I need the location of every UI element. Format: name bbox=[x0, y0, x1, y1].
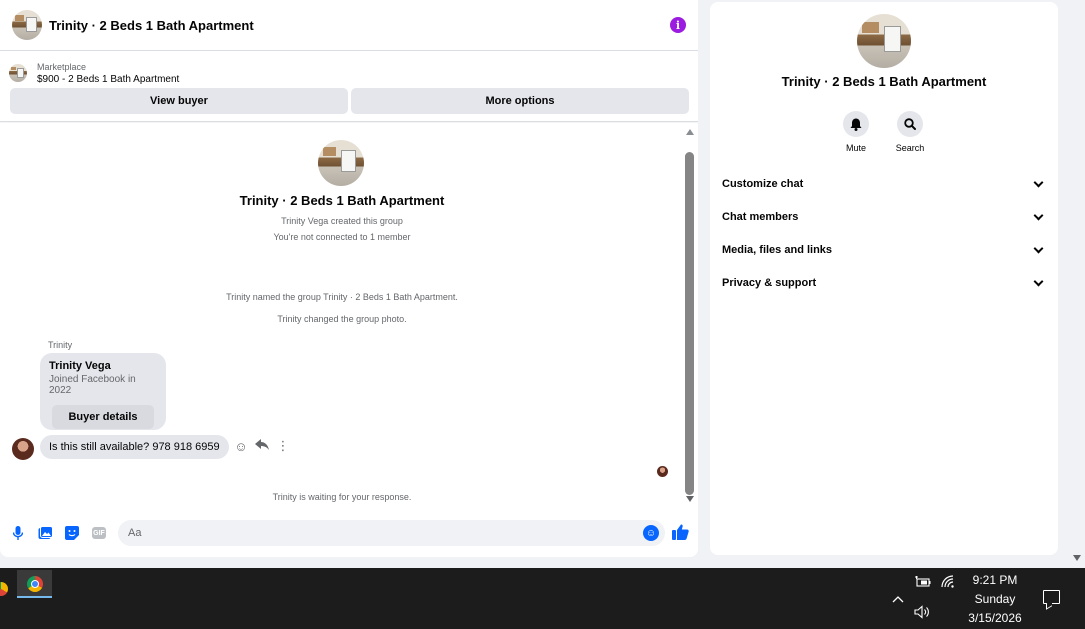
chat-members-section[interactable]: Chat members bbox=[722, 207, 1046, 227]
section-label: Chat members bbox=[722, 211, 799, 223]
message-list[interactable]: Trinity · 2 Beds 1 Bath Apartment Trinit… bbox=[0, 126, 684, 506]
chevron-down-icon bbox=[1033, 243, 1044, 253]
clock-day[interactable]: Sunday bbox=[950, 592, 1040, 606]
sender-name: Trinity bbox=[48, 340, 73, 350]
message-input[interactable] bbox=[118, 520, 665, 546]
taskbar-app-icon[interactable] bbox=[0, 574, 12, 604]
react-icon[interactable]: ☺ bbox=[234, 439, 248, 454]
chevron-down-icon bbox=[1033, 210, 1044, 220]
buyer-name: Trinity Vega bbox=[49, 360, 111, 372]
chat-pane: Trinity · 2 Beds 1 Bath Apartment i Mark… bbox=[0, 0, 698, 557]
section-label: Media, files and links bbox=[722, 244, 833, 256]
message-composer: GIF ☺ bbox=[0, 518, 698, 548]
group-avatar[interactable] bbox=[12, 10, 42, 40]
clock-time[interactable]: 9:21 PM bbox=[950, 573, 1040, 587]
battery-icon[interactable] bbox=[915, 576, 931, 591]
info-group-avatar[interactable] bbox=[857, 14, 911, 68]
scroll-down-arrow-icon[interactable] bbox=[686, 496, 694, 502]
listing-thumbnail bbox=[9, 64, 27, 82]
marketplace-listing[interactable]: Marketplace $900 - 2 Beds 1 Bath Apartme… bbox=[0, 51, 698, 88]
search-icon[interactable] bbox=[897, 111, 923, 137]
page-scroll-down-arrow-icon[interactable] bbox=[1073, 555, 1081, 561]
buyer-joined: Joined Facebook in 2022 bbox=[49, 374, 136, 396]
message-scrollbar[interactable] bbox=[684, 126, 696, 506]
chevron-down-icon bbox=[1033, 177, 1044, 187]
marketplace-label: Marketplace bbox=[37, 61, 87, 72]
chrome-icon bbox=[27, 576, 43, 592]
listing-actions: View buyer More options bbox=[0, 88, 698, 114]
created-notice: Trinity Vega created this group bbox=[281, 216, 403, 226]
header-divider bbox=[0, 121, 698, 122]
listing-title: $900 - 2 Beds 1 Bath Apartment bbox=[37, 73, 180, 85]
buyer-details-button[interactable]: Buyer details bbox=[52, 405, 154, 429]
customize-chat-section[interactable]: Customize chat bbox=[722, 174, 1046, 194]
sticker-icon[interactable] bbox=[61, 522, 83, 544]
scroll-thumb[interactable] bbox=[685, 152, 694, 495]
photo-changed-event: Trinity changed the group photo. bbox=[277, 314, 407, 324]
photo-icon[interactable] bbox=[34, 522, 56, 544]
windows-taskbar: 9:21 PM Sunday 3/15/2026 bbox=[0, 568, 1085, 629]
named-group-event: Trinity named the group Trinity · 2 Beds… bbox=[226, 292, 458, 302]
buyer-profile-card: Trinity Vega Joined Facebook in 2022 Buy… bbox=[40, 353, 166, 430]
chevron-down-icon bbox=[1033, 276, 1044, 286]
reply-icon[interactable] bbox=[255, 438, 269, 454]
media-files-links-section[interactable]: Media, files and links bbox=[722, 240, 1046, 260]
emoji-icon[interactable]: ☺ bbox=[643, 525, 659, 541]
gif-label: GIF bbox=[92, 527, 106, 539]
connection-notice: You're not connected to 1 member bbox=[273, 232, 411, 242]
seen-indicator-avatar bbox=[657, 466, 668, 477]
gif-icon[interactable]: GIF bbox=[88, 522, 110, 544]
section-label: Customize chat bbox=[722, 178, 804, 190]
more-icon[interactable]: ⋮ bbox=[276, 438, 290, 454]
sender-avatar[interactable] bbox=[12, 438, 34, 460]
clock-date[interactable]: 3/15/2026 bbox=[950, 611, 1040, 625]
message-bubble[interactable]: Is this still available? 978 918 6959 bbox=[40, 435, 229, 459]
mute-label: Mute bbox=[845, 143, 866, 153]
waiting-notice: Trinity is waiting for your response. bbox=[272, 492, 412, 502]
search-label: Search bbox=[895, 143, 925, 153]
view-buyer-button[interactable]: View buyer bbox=[10, 88, 348, 114]
volume-icon[interactable] bbox=[914, 605, 930, 622]
bell-icon[interactable] bbox=[843, 111, 869, 137]
info-group-name: Trinity · 2 Beds 1 Bath Apartment bbox=[781, 74, 987, 89]
more-options-button[interactable]: More options bbox=[351, 88, 689, 114]
conversation-avatar bbox=[318, 140, 364, 186]
mute-action[interactable]: Mute bbox=[836, 111, 876, 153]
notification-center-icon[interactable] bbox=[1043, 590, 1060, 604]
chat-title[interactable]: Trinity · 2 Beds 1 Bath Apartment bbox=[49, 18, 670, 33]
thumbs-up-icon[interactable] bbox=[672, 524, 689, 545]
microphone-icon[interactable] bbox=[7, 522, 29, 544]
search-action[interactable]: Search bbox=[890, 111, 930, 153]
privacy-support-section[interactable]: Privacy & support bbox=[722, 273, 1046, 293]
conversation-info-panel: Trinity · 2 Beds 1 Bath Apartment Mute S… bbox=[710, 2, 1058, 555]
conversation-name: Trinity · 2 Beds 1 Bath Apartment bbox=[239, 193, 445, 208]
info-icon[interactable]: i bbox=[670, 17, 686, 33]
scroll-up-arrow-icon[interactable] bbox=[686, 129, 694, 135]
message-actions: ☺ ⋮ bbox=[234, 438, 290, 454]
show-hidden-icons-chevron-icon[interactable] bbox=[892, 592, 904, 606]
app-icon bbox=[0, 582, 8, 596]
chat-header: Trinity · 2 Beds 1 Bath Apartment i bbox=[0, 0, 698, 51]
taskbar-chrome[interactable] bbox=[17, 570, 52, 598]
section-label: Privacy & support bbox=[722, 277, 817, 289]
